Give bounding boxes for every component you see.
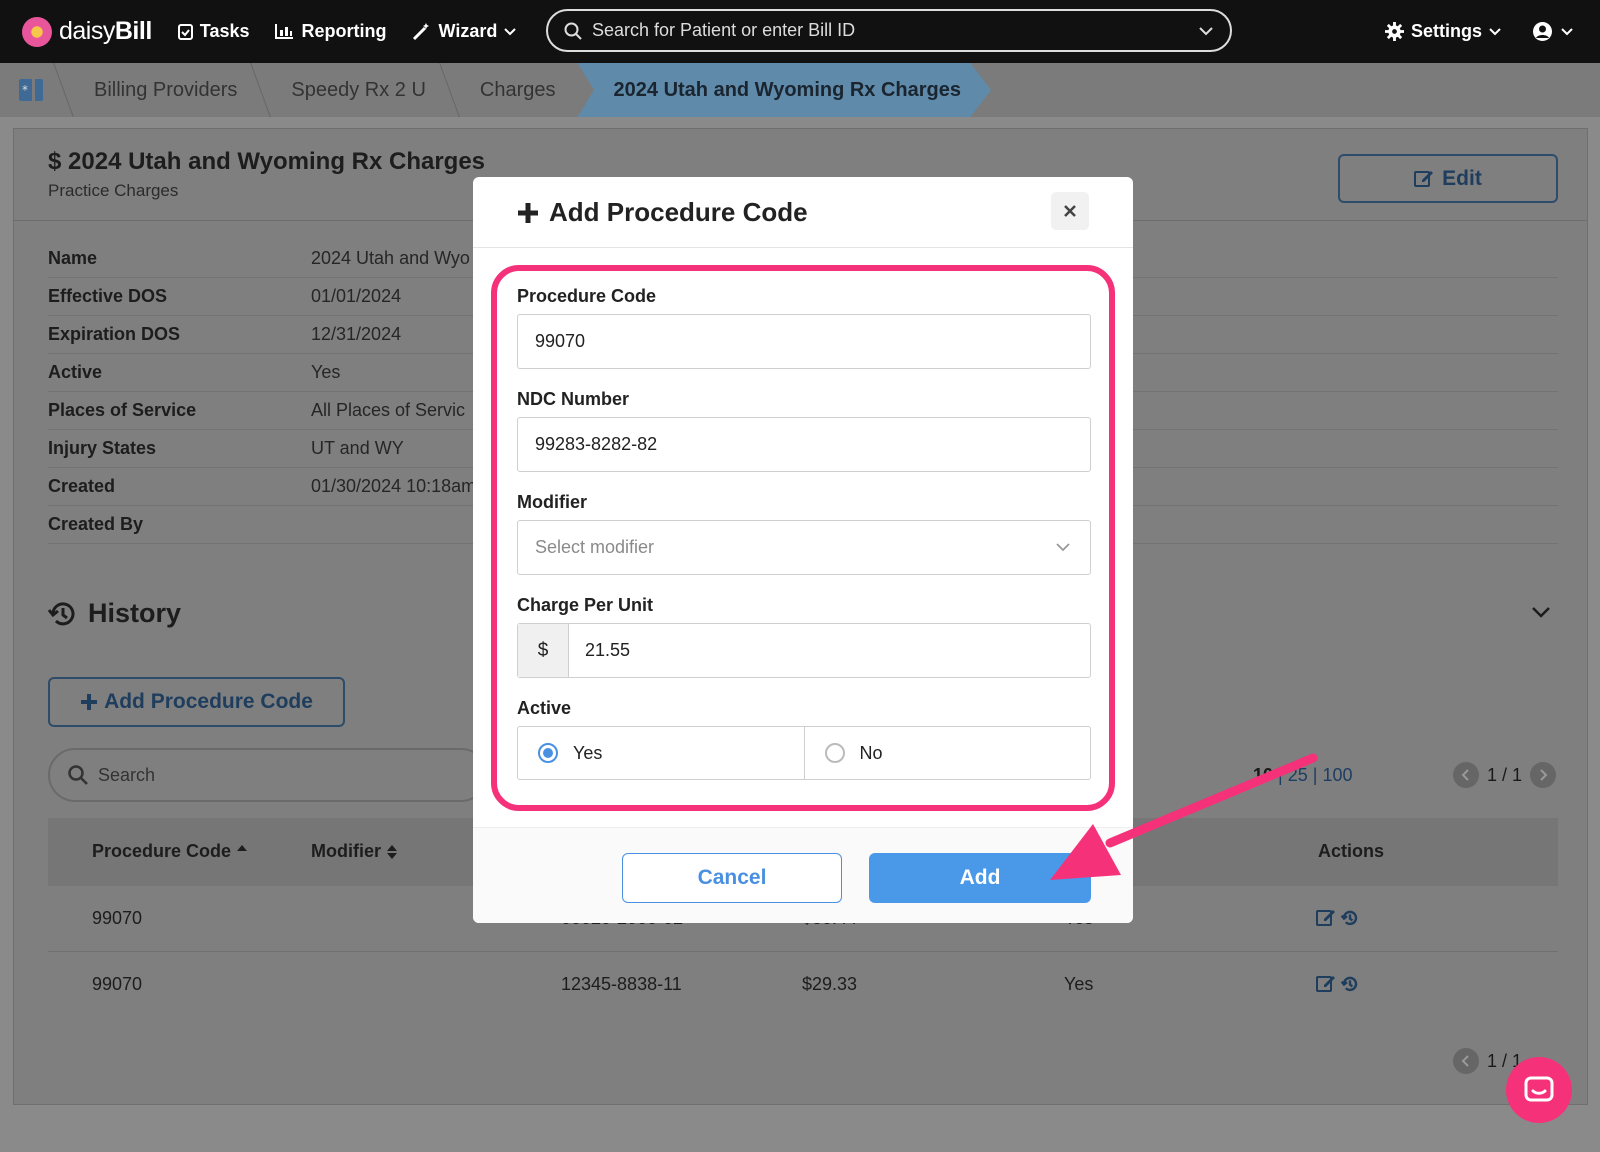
history-heading: History [48,598,181,629]
magic-wand-icon [413,23,430,41]
next-page-button[interactable] [1530,762,1557,788]
page-title: $ 2024 Utah and Wyoming Rx Charges [48,148,485,176]
nav-wizard-label: Wizard [438,21,498,41]
sort-asc-icon [237,844,248,851]
pagination-top: 1 / 1 [1453,762,1557,788]
breadcrumb: * Billing Providers Speedy Rx 2 U Charge… [0,63,1600,117]
table-search-input[interactable]: Search [48,748,488,802]
gear-icon [1384,22,1404,41]
clipboard-check-icon [177,24,193,40]
nav-tasks[interactable]: Tasks [177,21,250,42]
breadcrumb-charges[interactable]: Charges [450,63,578,117]
global-search-placeholder: Search for Patient or enter Bill ID [592,20,856,40]
chevron-down-icon [1489,27,1501,35]
chevron-down-icon [1199,26,1213,35]
cell-procedure-code: 99070 [92,974,143,994]
edit-icon[interactable] [1316,908,1336,927]
search-icon [68,765,88,785]
page-size-100[interactable]: 100 [1323,765,1353,785]
page-size-10[interactable]: 10 [1253,765,1273,785]
plus-icon [81,694,98,710]
modal-title: Add Procedure Code [517,197,808,228]
nav-reporting-label: Reporting [301,21,387,41]
nav-wizard[interactable]: Wizard [412,21,517,42]
dollar-sign-icon: $ [48,148,62,175]
history-heading-text: History [88,598,182,628]
nav-tasks-label: Tasks [199,21,250,41]
nav-settings[interactable]: Settings [1384,21,1502,42]
add-procedure-code-button[interactable]: Add Procedure Code [48,677,345,727]
prev-page-button[interactable] [1453,1048,1479,1074]
close-icon [1064,205,1076,217]
user-circle-icon [1533,22,1552,41]
history-icon[interactable] [1340,975,1359,993]
page-subtitle: Practice Charges [48,181,179,200]
history-icon[interactable] [1340,909,1359,927]
search-icon [564,22,582,40]
prev-page-button[interactable] [1453,762,1479,788]
page-indicator: 1 / 1 [1487,764,1523,785]
nav-reporting[interactable]: Reporting [275,21,386,42]
add-procedure-code-label: Add Procedure Code [104,690,313,713]
chevron-down-icon [1561,27,1573,35]
page-title-text: 2024 Utah and Wyoming Rx Charges [68,148,486,175]
logo-text-bill: Bill [114,17,152,45]
page-size-25[interactable]: 25 [1288,765,1308,785]
edit-button[interactable]: Edit [1338,154,1558,203]
modal-title-text: Add Procedure Code [549,197,808,227]
page-size-selector: 10 | 25 | 100 [1253,765,1353,785]
breadcrumb-home[interactable]: * [0,63,62,117]
global-search-input[interactable]: Search for Patient or enter Bill ID [546,9,1232,52]
chevron-down-icon [504,27,517,35]
highlight-annotation [491,265,1115,811]
user-menu[interactable] [1532,21,1574,42]
breadcrumb-billing-providers[interactable]: Billing Providers [64,63,259,117]
chevron-right-icon [1540,769,1548,781]
add-procedure-code-modal: Add Procedure Code Procedure Code 99070 … [473,177,1133,923]
plus-icon [518,202,538,223]
cell-charge: $29.33 [802,974,858,994]
close-button[interactable] [1051,192,1089,230]
daisy-flower-icon [22,16,52,47]
chat-launcher-button[interactable] [1506,1057,1572,1123]
cancel-button[interactable]: Cancel [622,853,842,903]
modal-header: Add Procedure Code [473,177,1133,248]
column-header-actions: Actions [1318,841,1385,861]
svg-text:*: * [22,83,28,97]
chat-icon [1524,1076,1554,1102]
column-header-modifier[interactable]: Modifier [311,841,398,862]
breadcrumb-current: 2024 Utah and Wyoming Rx Charges [577,63,992,117]
daisybill-logo[interactable]: daisyBill [22,16,152,47]
edit-icon [1414,171,1434,187]
table-row: 99070 12345-8838-11 $29.33 Yes [48,952,1558,1018]
chevron-left-icon [1461,769,1469,781]
sort-icon [387,844,397,859]
table-search-placeholder: Search [98,764,156,785]
cell-procedure-code: 99070 [92,908,143,928]
edit-button-label: Edit [1442,166,1482,190]
chevron-down-icon[interactable] [1531,606,1551,618]
top-navbar: daisyBill Tasks Reporting Wizard Search … [0,0,1600,63]
cell-ndc: 12345-8838-11 [561,974,682,994]
add-button[interactable]: Add [869,853,1091,903]
bar-chart-icon [275,24,294,39]
cell-active: Yes [1064,974,1094,994]
provider-icon: * [19,79,43,101]
column-header-procedure-code[interactable]: Procedure Code [92,841,248,862]
breadcrumb-provider[interactable]: Speedy Rx 2 U [261,63,448,117]
nav-settings-label: Settings [1410,21,1482,41]
logo-text-daisy: daisy [59,17,115,45]
history-icon [48,601,75,625]
chevron-left-icon [1461,1055,1469,1067]
edit-icon[interactable] [1316,974,1336,993]
